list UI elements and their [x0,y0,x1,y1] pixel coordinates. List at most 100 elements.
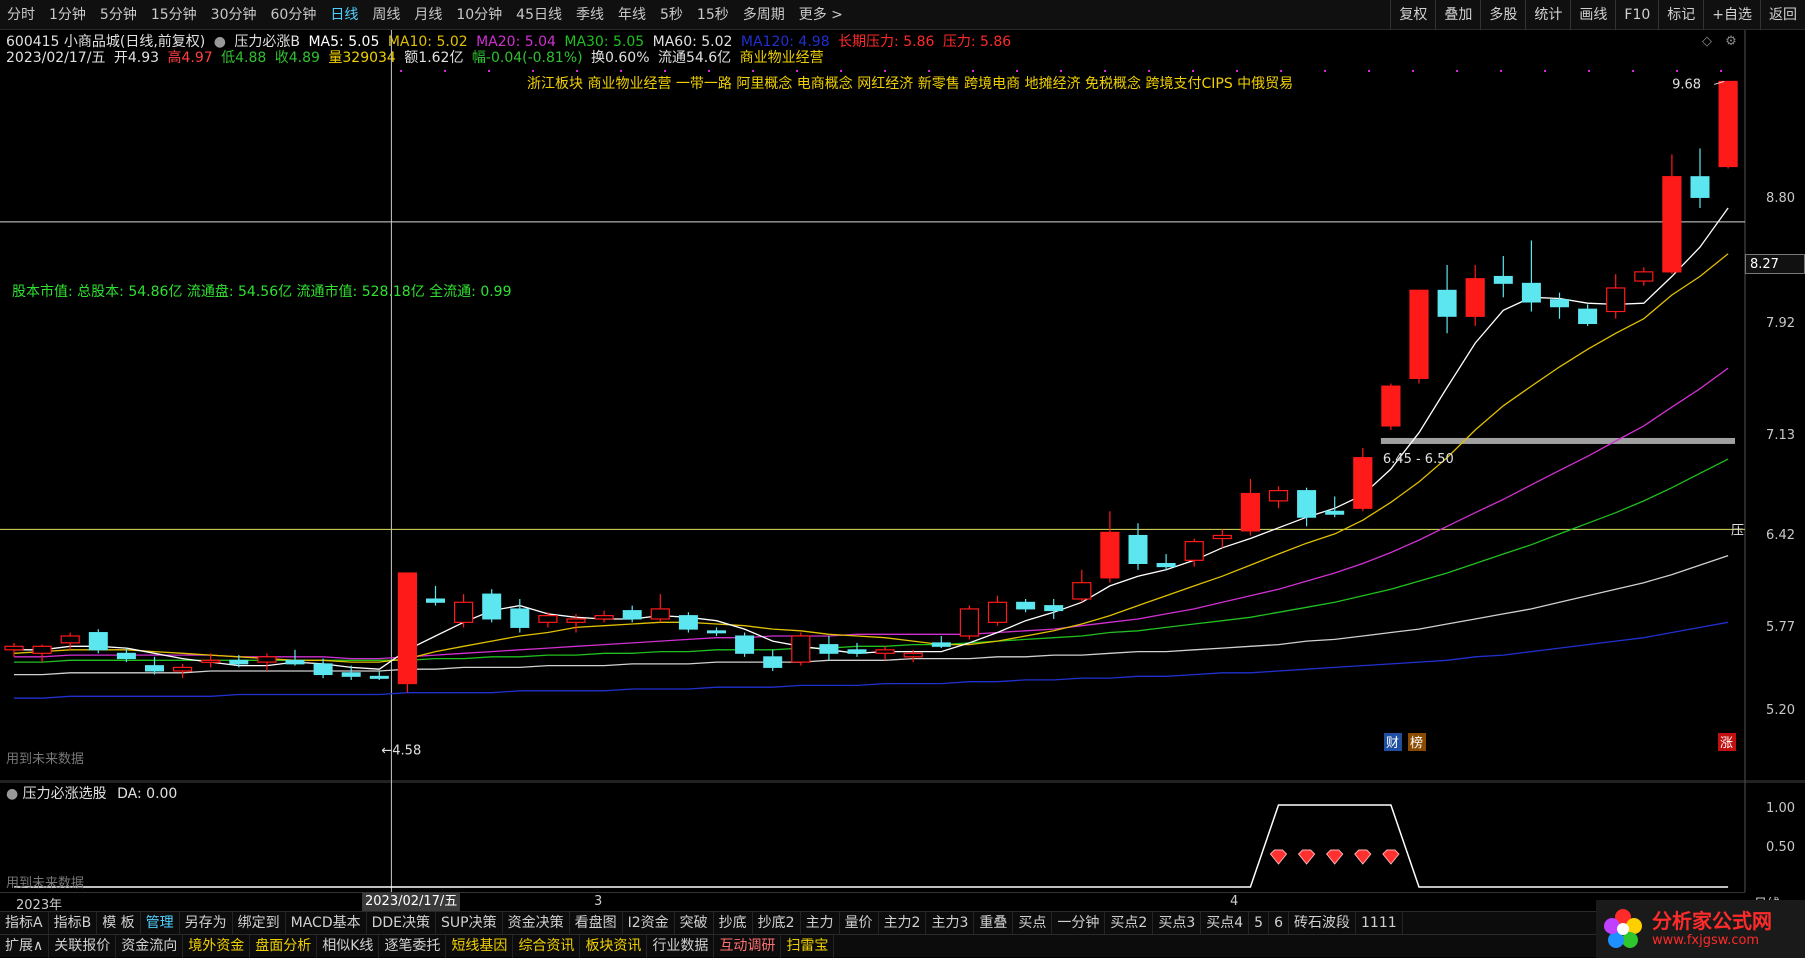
site-watermark: 分析家公式网 www.fxjgsw.com [1596,900,1805,958]
period-tab-2[interactable]: 5分钟 [93,0,144,30]
indicator-tab-14[interactable]: 抄底2 [753,911,801,935]
feature-tab-7[interactable]: 短线基因 [446,934,514,958]
feature-tab-3[interactable]: 境外资金 [183,934,251,958]
indicator-tab-27[interactable]: 砖石波段 [1289,911,1357,935]
tool-button-2[interactable]: 多股 [1480,0,1525,30]
period-tab-13[interactable]: 5秒 [653,0,690,30]
marker-dot [1236,70,1238,72]
tool-button-6[interactable]: 标记 [1658,0,1703,30]
candle-body [875,649,895,654]
indicator-tab-10[interactable]: 看盘图 [570,911,623,935]
kline-chart[interactable]: 9.68 ←4.58 6.45 - 6.50 压财榜 涨 [0,30,1805,782]
candle-body [313,663,333,676]
feature-tab-4[interactable]: 盘面分析 [250,934,318,958]
indicator-tab-20[interactable]: 买点 [1013,911,1053,935]
tool-button-1[interactable]: 叠加 [1435,0,1480,30]
feature-tab-6[interactable]: 逐笔委托 [379,934,447,958]
period-tab-8[interactable]: 月线 [407,0,449,30]
period-tab-9[interactable]: 10分钟 [449,0,509,30]
tool-button-5[interactable]: F10 [1615,0,1658,30]
candle-body [1662,176,1682,273]
tool-button-3[interactable]: 统计 [1525,0,1570,30]
tool-button-4[interactable]: 画线 [1570,0,1615,30]
indicator-tab-28[interactable]: 1111 [1356,911,1403,935]
period-tab-15[interactable]: 多周期 [736,0,792,30]
candle-body [369,675,389,679]
indicator-tab-3[interactable]: 管理 [141,911,180,935]
indicator-tab-13[interactable]: 抄底 [714,911,753,935]
badge-cai: 财 [1386,736,1399,751]
indicator-tab-4[interactable]: 另存为 [180,911,233,935]
signal-chart[interactable] [0,782,1805,892]
feature-tab-11[interactable]: 互动调研 [714,934,782,958]
candle-body [594,615,614,620]
candle-body [426,598,445,603]
indicator-tab-11[interactable]: I2资金 [623,911,675,935]
indicator-tab-25[interactable]: 5 [1249,911,1270,935]
watermark-url: www.fxjgsw.com [1652,933,1760,948]
indicator-tab-18[interactable]: 主力3 [926,911,975,935]
indicator-tab-15[interactable]: 主力 [801,911,840,935]
period-tab-7[interactable]: 周线 [365,0,407,30]
indicator-tab-2[interactable]: 模 板 [97,911,141,935]
indicator-tab-24[interactable]: 买点4 [1201,911,1250,935]
ma20-line [14,367,1729,660]
range-label: 6.45 - 6.50 [1383,452,1454,467]
marker-dot [444,70,446,72]
tool-button-0[interactable]: 复权 [1390,0,1435,30]
period-tab-5[interactable]: 60分钟 [264,0,324,30]
sub-future-data-note: 用到未来数据 [6,876,85,891]
indicator-tab-22[interactable]: 买点2 [1105,911,1154,935]
period-tab-10[interactable]: 45日线 [509,0,569,30]
period-tab-16[interactable]: 更多 > [792,0,850,30]
tool-button-7[interactable]: +自选 [1703,0,1760,30]
marker-dot [1412,70,1414,72]
period-tab-1[interactable]: 1分钟 [42,0,93,30]
period-tab-6[interactable]: 日线 [323,0,365,30]
feature-tab-12[interactable]: 扫雷宝 [781,934,835,958]
candle-body [201,659,221,663]
period-tab-0[interactable]: 分时 [0,0,42,30]
candle-body [707,630,726,634]
feature-tab-0[interactable]: 扩展∧ [0,934,50,958]
marker-dot [1016,70,1018,72]
feature-tab-8[interactable]: 综合资讯 [513,934,581,958]
price-tick: 5.77 [1766,620,1795,635]
indicator-tab-23[interactable]: 买点3 [1153,911,1202,935]
indicator-tab-0[interactable]: 指标A [0,911,49,935]
signal-diamond-icon [1269,849,1288,865]
feature-tab-5[interactable]: 相似K线 [317,934,380,958]
indicator-tab-5[interactable]: 绑定到 [233,911,286,935]
indicator-tab-17[interactable]: 主力2 [879,911,927,935]
indicator-tab-8[interactable]: SUP决策 [436,911,503,935]
indicator-tab-9[interactable]: 资金决策 [503,911,570,935]
period-tab-14[interactable]: 15秒 [690,0,736,30]
feature-tab-9[interactable]: 板块资讯 [580,934,648,958]
candle-body [1465,278,1485,317]
feature-tab-2[interactable]: 资金流向 [116,934,184,958]
period-tab-4[interactable]: 30分钟 [204,0,264,30]
candle-body [257,656,277,663]
period-tab-3[interactable]: 15分钟 [144,0,204,30]
period-tab-12[interactable]: 年线 [611,0,653,30]
period-tab-11[interactable]: 季线 [569,0,611,30]
tool-button-8[interactable]: 返回 [1760,0,1805,30]
feature-tab-1[interactable]: 关联报价 [49,934,117,958]
indicator-tab-19[interactable]: 重叠 [974,911,1014,935]
candle-body [60,635,80,644]
concept-tags[interactable]: 浙江板块 商业物业经营 一带一路 阿里概念 电商概念 网红经济 新零售 跨境电商… [527,74,1293,94]
right-tool-group: 复权 叠加 多股 统计 画线 F10 标记 +自选 返回 [1390,0,1805,30]
indicator-tab-16[interactable]: 量价 [840,911,879,935]
marker-dot [1192,70,1194,72]
candle-body [173,666,193,672]
indicator-tab-12[interactable]: 突破 [675,911,714,935]
date-month-3: 3 [594,894,603,909]
feature-tab-10[interactable]: 行业数据 [647,934,715,958]
indicator-tab-26[interactable]: 6 [1269,911,1290,935]
indicator-tab-21[interactable]: 一分钟 [1052,911,1106,935]
indicator-tab-6[interactable]: MACD基本 [286,911,367,935]
candle-body [1718,80,1738,168]
indicator-tab-7[interactable]: DDE决策 [367,911,437,935]
candle-body [1521,282,1541,303]
indicator-tab-1[interactable]: 指标B [49,911,98,935]
